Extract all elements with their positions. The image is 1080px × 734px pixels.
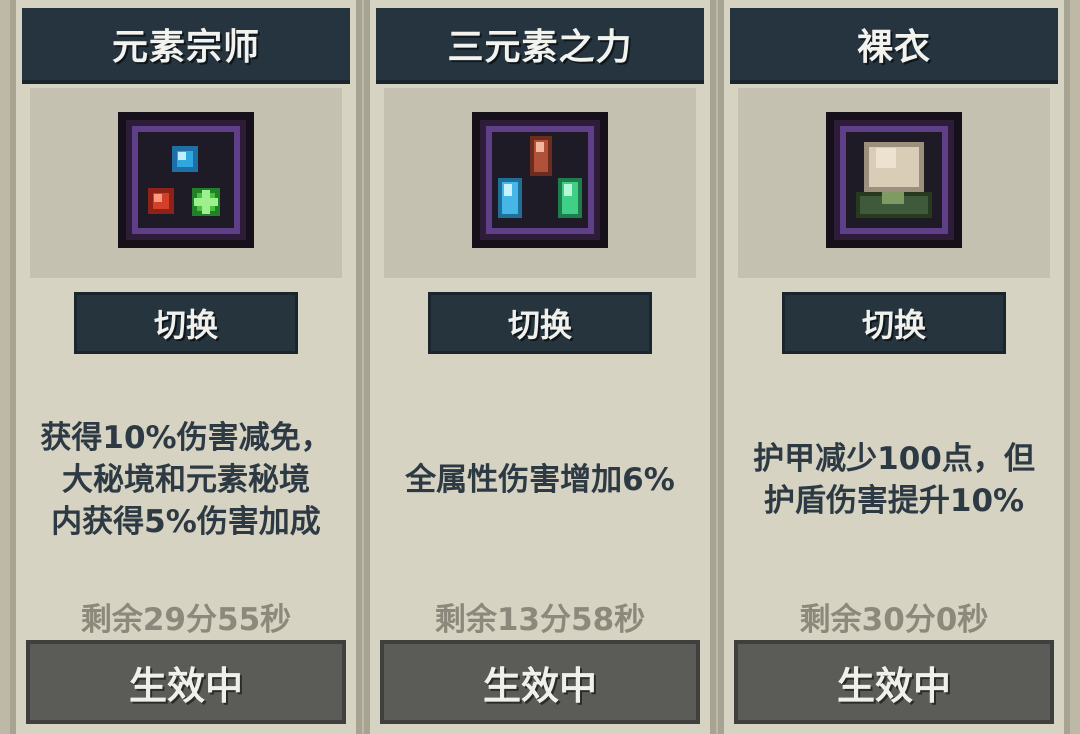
buff-card-three-elements: 三元素之力 切换 全属性伤害增加6% 剩余13分58秒 生效中 bbox=[364, 0, 716, 734]
remaining-time: 剩余29分55秒 bbox=[80, 602, 292, 638]
switch-button[interactable]: 切换 bbox=[782, 292, 1006, 354]
remaining-time: 剩余30分0秒 bbox=[799, 602, 989, 638]
card-header: 裸衣 bbox=[730, 8, 1058, 84]
three-crystals-icon bbox=[472, 112, 608, 248]
active-status-button[interactable]: 生效中 bbox=[734, 640, 1054, 724]
active-status-button[interactable]: 生效中 bbox=[380, 640, 700, 724]
buff-description: 获得10%伤害减免， 大秘境和元素秘境 内获得5%伤害加成 bbox=[24, 390, 348, 570]
switch-button[interactable]: 切换 bbox=[74, 292, 298, 354]
switch-button[interactable]: 切换 bbox=[428, 292, 652, 354]
buff-description-text: 护甲减少100点，但 护盾伤害提升10% bbox=[753, 441, 1035, 519]
buff-description: 护甲减少100点，但 护盾伤害提升10% bbox=[732, 390, 1056, 570]
buff-card-bare-armor: 裸衣 切换 护甲减少100点，但 护盾伤害提升10% 剩余30分0秒 生效中 bbox=[718, 0, 1070, 734]
switch-button-label: 切换 bbox=[507, 306, 572, 344]
active-status-label: 生效中 bbox=[482, 663, 597, 708]
card-header: 元素宗师 bbox=[22, 8, 350, 84]
icon-area bbox=[30, 88, 342, 278]
buff-description-text: 全属性伤害增加6% bbox=[405, 462, 675, 498]
icon-area bbox=[384, 88, 696, 278]
element-gems-icon bbox=[118, 112, 254, 248]
buff-description: 全属性伤害增加6% bbox=[378, 390, 702, 570]
active-status-label: 生效中 bbox=[128, 663, 243, 708]
icon-area bbox=[738, 88, 1050, 278]
buff-description-text: 获得10%伤害减免， 大秘境和元素秘境 内获得5%伤害加成 bbox=[40, 420, 332, 540]
remaining-time: 剩余13分58秒 bbox=[434, 602, 646, 638]
switch-button-label: 切换 bbox=[153, 306, 218, 344]
switch-button-label: 切换 bbox=[861, 306, 926, 344]
bare-armor-icon bbox=[826, 112, 962, 248]
buff-card-element-master: 元素宗师 切换 获得10%伤害减免， 大秘境和元素秘境 内获得5%伤害加成 剩余… bbox=[10, 0, 362, 734]
active-status-button[interactable]: 生效中 bbox=[26, 640, 346, 724]
active-status-label: 生效中 bbox=[836, 663, 951, 708]
card-header: 三元素之力 bbox=[376, 8, 704, 84]
card-title: 元素宗师 bbox=[111, 27, 260, 68]
card-title: 三元素之力 bbox=[447, 27, 633, 68]
card-title: 裸衣 bbox=[856, 27, 931, 68]
